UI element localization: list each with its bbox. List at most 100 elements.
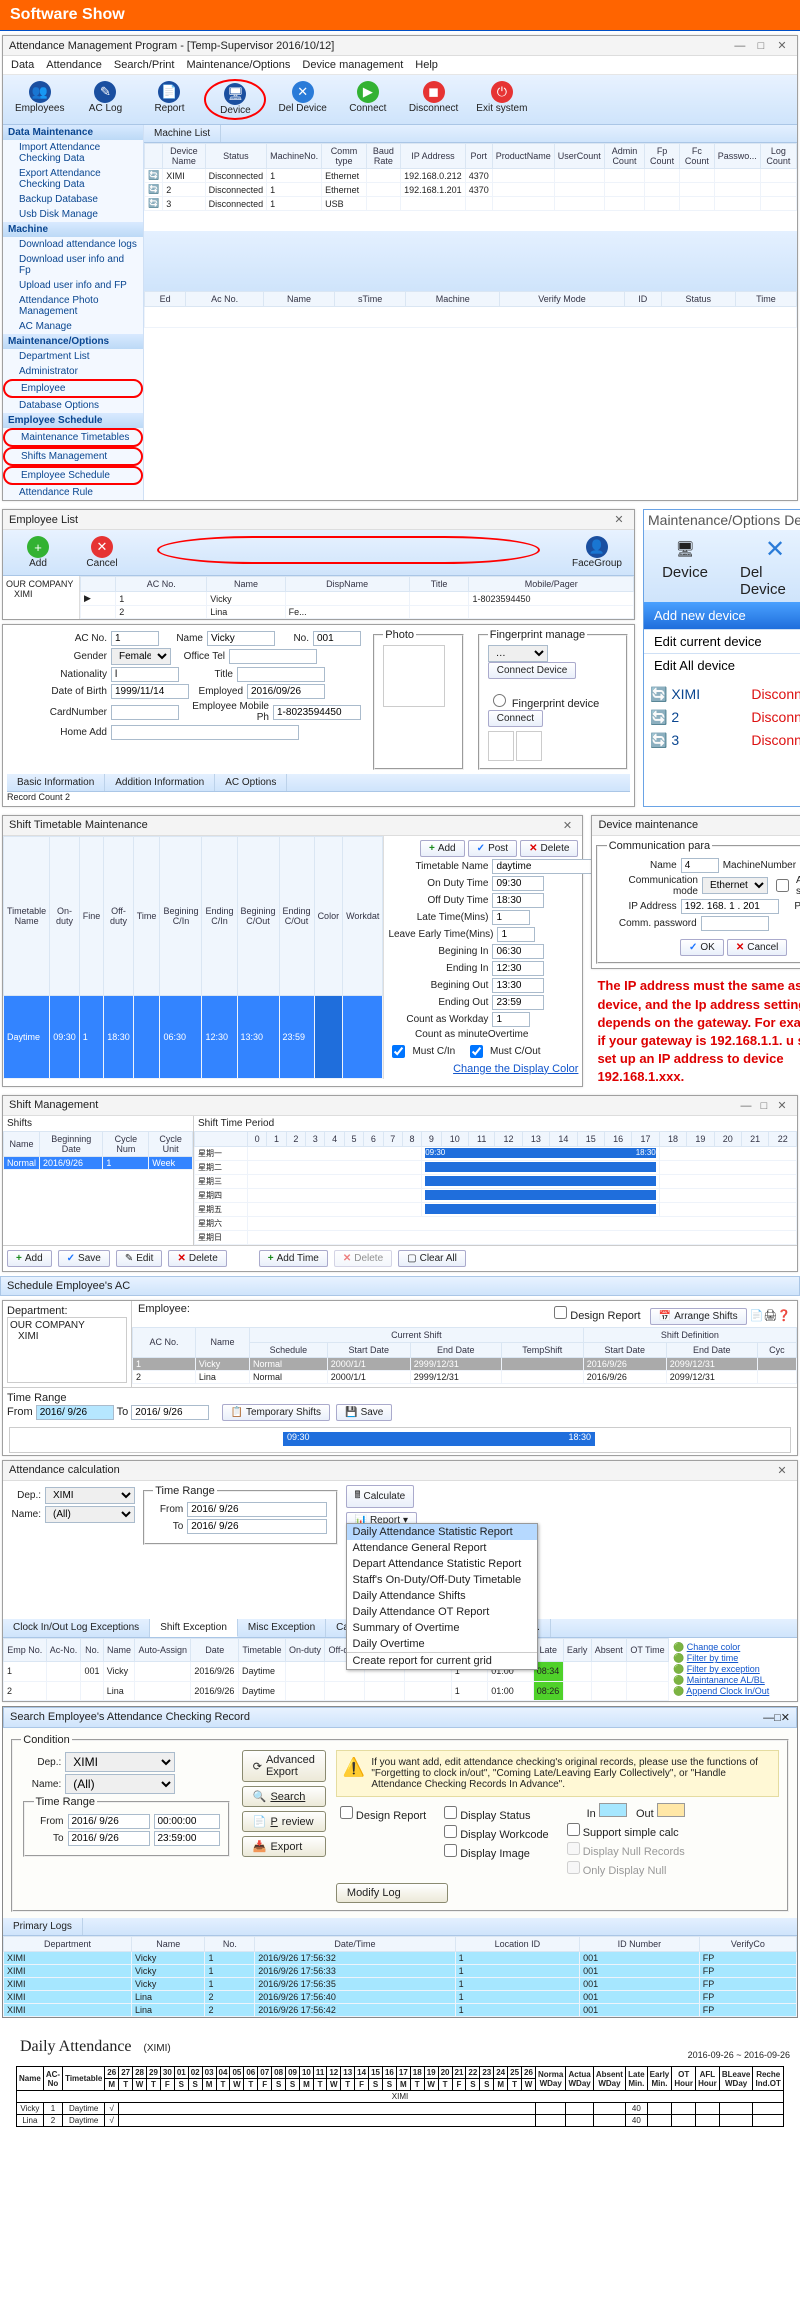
menu-maintenance-options[interactable]: Maintenance/Options [186, 59, 290, 71]
adv-export-btn[interactable]: ⟳ Advanced Export [242, 1750, 326, 1782]
sm-addtime-btn[interactable]: +Add Time [259, 1250, 328, 1267]
design-chk2[interactable] [340, 1806, 353, 1819]
side-filtertime[interactable]: Filter by time [687, 1653, 739, 1663]
min-icon[interactable]: — [737, 1100, 755, 1112]
tab-miscexc[interactable]: Misc Exception [238, 1619, 326, 1637]
tab-machine-list[interactable]: Machine List [144, 125, 221, 142]
emp-add-btn[interactable]: +Add [9, 534, 67, 571]
tab-clockexc[interactable]: Clock In/Out Log Exceptions [3, 1619, 150, 1637]
design-chk[interactable] [554, 1306, 567, 1319]
title-input[interactable] [237, 667, 325, 682]
tb-employees[interactable]: 👥Employees [9, 79, 70, 120]
name-input[interactable] [207, 631, 275, 646]
machine-grid[interactable]: Device NameStatusMachineNo. Comm typeBau… [144, 143, 797, 211]
tt-grid[interactable]: Timetable NameOn-dutyFineOff-dutyTimeBeg… [3, 836, 383, 1079]
sm-add-btn[interactable]: +Add [7, 1250, 52, 1267]
lp-employee[interactable]: Employee [3, 379, 143, 398]
menu-data[interactable]: Data [11, 59, 34, 71]
sched-to-input[interactable] [131, 1405, 209, 1420]
menu-general[interactable]: Attendance General Report [347, 1540, 537, 1556]
change-color-link[interactable]: Change the Display Color [453, 1063, 578, 1075]
sched-row-1[interactable]: 1VickyNormal2000/1/12999/12/312016/9/262… [133, 1357, 797, 1370]
tb-disconnect[interactable]: ◼Disconnect [403, 79, 464, 120]
lp-usb[interactable]: Usb Disk Manage [3, 207, 143, 222]
sched-from-input[interactable] [36, 1405, 114, 1420]
shifts-grid[interactable]: NameBeginning DateCycle NumCycle Unit No… [3, 1131, 193, 1170]
close-icon[interactable]: ✕ [558, 819, 576, 832]
workday-input[interactable] [492, 1012, 530, 1027]
tb-connect[interactable]: ▶Connect [339, 79, 397, 120]
sched-row-2[interactable]: 2LinaNormal2000/1/12999/12/312016/9/2620… [133, 1370, 797, 1383]
lp-shifts-mgmt[interactable]: Shifts Management [3, 447, 143, 466]
search-from-date[interactable] [68, 1814, 150, 1829]
close-icon[interactable]: ✕ [781, 1712, 790, 1724]
onduty-input[interactable] [492, 876, 544, 891]
home-input[interactable] [111, 725, 299, 740]
calc-from-input[interactable] [187, 1502, 327, 1517]
minimize-button[interactable]: — [731, 40, 749, 52]
android-chk[interactable] [776, 879, 789, 892]
fp-radio[interactable] [493, 694, 506, 707]
maximize-button[interactable]: □ [752, 40, 770, 52]
sm-clearall-btn[interactable]: ▢Clear All [398, 1250, 466, 1267]
modify-log-btn[interactable]: Modify Log [336, 1883, 448, 1903]
begin-in-input[interactable] [492, 944, 544, 959]
dd-edit-current[interactable]: Edit current device [644, 629, 800, 653]
commpwd-input[interactable] [701, 916, 769, 931]
min-icon[interactable]: — [763, 1712, 774, 1724]
search-to-time[interactable] [154, 1831, 220, 1846]
emp-cancel-btn[interactable]: ✕Cancel [73, 534, 131, 571]
emp-facegroup-btn[interactable]: 👤FaceGroup [566, 534, 628, 571]
lp-import[interactable]: Import Attendance Checking Data [3, 140, 143, 166]
tt-add-btn[interactable]: +Add [420, 840, 465, 857]
max-icon[interactable]: □ [774, 1712, 781, 1724]
lp-backup[interactable]: Backup Database [3, 192, 143, 207]
sm-save-btn[interactable]: ✓Save [58, 1250, 110, 1267]
machine-row-3[interactable]: 🔄3Disconnected1USB [145, 197, 797, 211]
menu-device-management[interactable]: Device management [302, 59, 403, 71]
no-input[interactable] [313, 631, 361, 646]
side-changecolor[interactable]: Change color [687, 1642, 741, 1652]
dd-edit-all[interactable]: Edit All device [644, 653, 800, 677]
search-to-date[interactable] [68, 1831, 150, 1846]
tree-ximi[interactable]: XIMI [10, 1331, 124, 1342]
search-dep-select[interactable]: XIMI [65, 1752, 175, 1772]
late-input[interactable] [492, 910, 530, 925]
preview-btn[interactable]: 📄 Preview [242, 1811, 326, 1832]
sm-delete-btn[interactable]: ✕Delete [168, 1250, 226, 1267]
calc-name-select[interactable]: (All) [45, 1506, 135, 1523]
tb-deldevice[interactable]: ✕Del Device [272, 79, 332, 120]
tab-acopt[interactable]: AC Options [215, 774, 287, 791]
tb-report[interactable]: 📄Report [140, 79, 198, 120]
lp-ac-manage[interactable]: AC Manage [3, 319, 143, 334]
menu-staff-tt[interactable]: Staff's On-Duty/Off-Duty Timetable [347, 1572, 537, 1588]
lp-ul-userfp[interactable]: Upload user info and FP [3, 278, 143, 293]
office-input[interactable] [229, 649, 317, 664]
dd-add-device[interactable]: Add new device [644, 602, 800, 629]
lp-photo-mgmt[interactable]: Attendance Photo Management [3, 293, 143, 319]
temp-shifts-btn[interactable]: 📋Temporary Shifts [222, 1404, 330, 1421]
side-maint-albl[interactable]: Maintanance AL/BL [687, 1675, 765, 1685]
primary-logs-grid[interactable]: DepartmentNameNo.Date/TimeLocation IDID … [3, 1936, 797, 2017]
end-out-input[interactable] [492, 995, 544, 1010]
tb-aclog[interactable]: ✎AC Log [76, 79, 134, 120]
leave-input[interactable] [497, 927, 535, 942]
ac-input[interactable] [111, 631, 159, 646]
calc-grid[interactable]: Emp No.Ac-No.No.NameAuto-AssignDateTimet… [3, 1638, 669, 1701]
zoom-deldevice-btn[interactable]: ✕Del Device [740, 534, 800, 598]
tab-primary-logs[interactable]: Primary Logs [3, 1918, 83, 1935]
commmode-select[interactable]: Ethernet [702, 877, 768, 894]
chk-image[interactable] [444, 1844, 457, 1857]
log-row[interactable]: XIMIVicky12016/9/26 17:56:321001FP [4, 1952, 797, 1965]
search-btn[interactable]: 🔍 Search [242, 1786, 326, 1807]
close-icon[interactable]: ✕ [773, 1464, 791, 1477]
devmaint-ok-btn[interactable]: ✓OK [680, 939, 724, 956]
sm-deltime-btn[interactable]: ✕Delete [334, 1250, 392, 1267]
emp-grid[interactable]: AC No.NameDispNameTitleMobile/Pager ▶1Vi… [80, 576, 634, 619]
ip-input[interactable] [681, 899, 779, 914]
side-append[interactable]: Append Clock In/Out [686, 1686, 769, 1696]
lp-emp-sched[interactable]: Employee Schedule [3, 466, 143, 485]
machine-row-1[interactable]: 🔄XIMIDisconnected1Ethernet192.168.0.2124… [145, 169, 797, 183]
lp-export[interactable]: Export Attendance Checking Data [3, 166, 143, 192]
machine-row-2[interactable]: 🔄2Disconnected1Ethernet192.168.1.2014370 [145, 183, 797, 197]
